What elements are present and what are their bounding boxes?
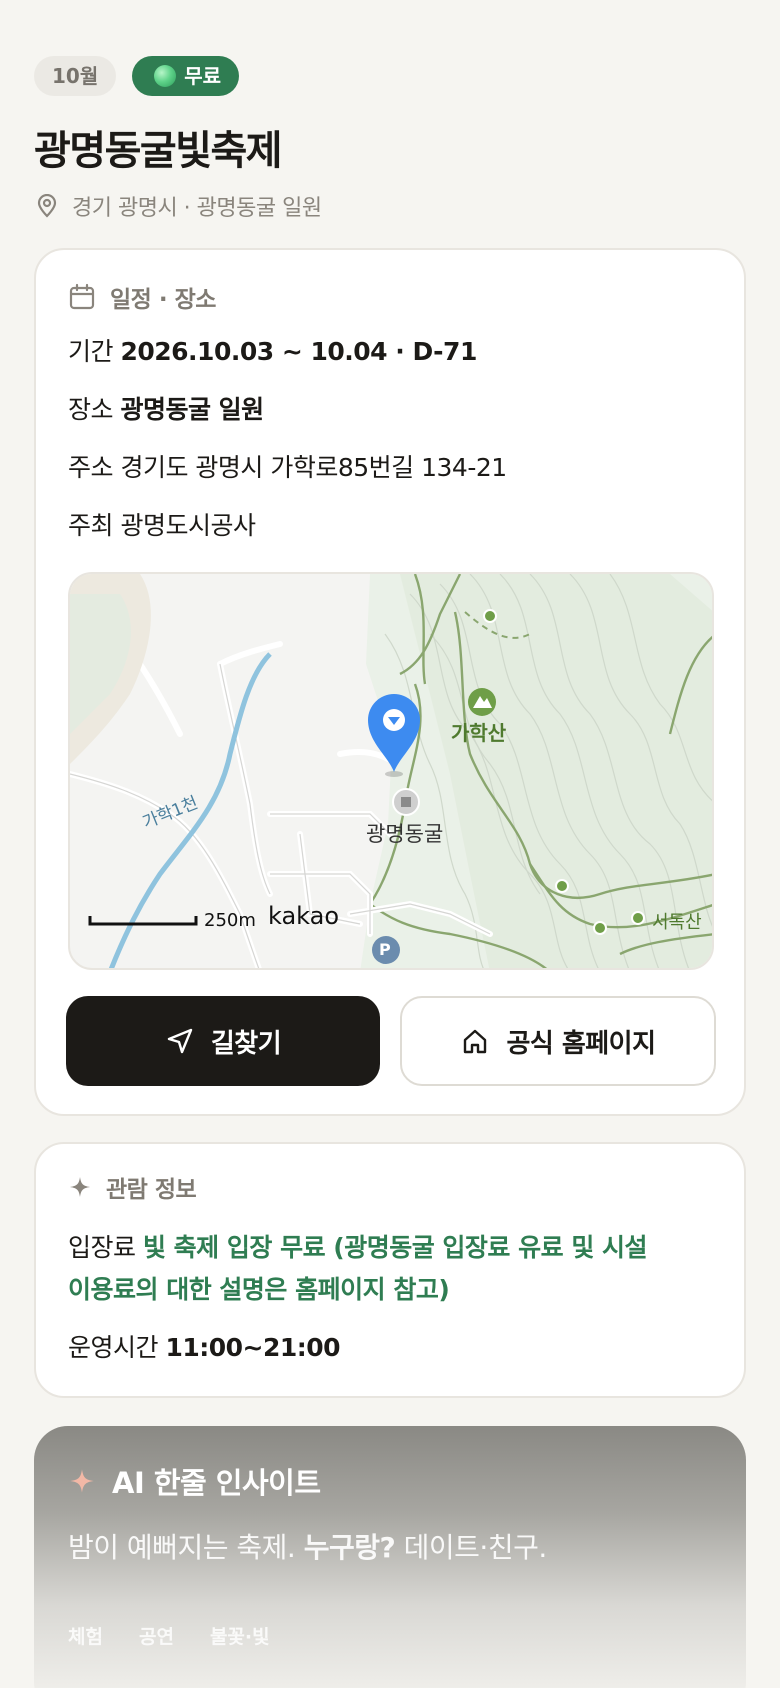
directions-button[interactable]: 길찾기 bbox=[66, 996, 380, 1086]
place-label: 장소 bbox=[68, 395, 114, 424]
fee-row-continued: 이용료의 대한 설명은 홈페이지 참고) bbox=[68, 1270, 450, 1306]
ai-insight-title: AI 한줄 인사이트 bbox=[112, 1466, 321, 1500]
host-value: 광명도시공사 bbox=[120, 511, 256, 540]
period-value: 2026.10.03 ~ 10.04 · D-71 bbox=[120, 337, 477, 366]
schedule-card: 일정 · 장소 기간 2026.10.03 ~ 10.04 · D-71 장소 … bbox=[34, 248, 746, 1116]
hours-row: 운영시간 11:00~21:00 bbox=[68, 1328, 341, 1364]
ai-insight-text-bold: 누구랑? bbox=[303, 1531, 396, 1564]
address-row: 주소 경기도 광명시 가학로85번길 134-21 bbox=[68, 448, 507, 484]
map-brand-logo: kakao bbox=[268, 902, 340, 930]
hours-label: 운영시간 bbox=[68, 1333, 159, 1362]
hours-value: 11:00~21:00 bbox=[165, 1333, 341, 1362]
visit-info-card: 관람 정보 입장료 빛 축제 입장 무료 (광명동굴 입장료 유료 및 시설 이… bbox=[34, 1142, 746, 1398]
visit-section-header: 관람 정보 bbox=[68, 1170, 197, 1204]
schedule-section-title: 일정 · 장소 bbox=[110, 287, 216, 313]
free-chip-label: 무료 bbox=[184, 64, 222, 88]
month-chip: 10월 bbox=[34, 56, 117, 96]
directions-button-label: 길찾기 bbox=[210, 1028, 282, 1059]
location-line: 경기 광명시 · 광명동굴 일원 bbox=[36, 190, 322, 222]
tag-chip[interactable]: 불꽃·빛 bbox=[210, 1622, 270, 1649]
fee-row: 입장료 빛 축제 입장 무료 (광명동굴 입장료 유료 및 시설 bbox=[68, 1228, 648, 1264]
fee-label: 입장료 bbox=[68, 1233, 136, 1262]
map-canvas[interactable] bbox=[70, 574, 714, 970]
official-homepage-button-label: 공식 홈페이지 bbox=[506, 1028, 656, 1059]
fee-value-line1: 빛 축제 입장 무료 (광명동굴 입장료 유료 및 시설 bbox=[142, 1233, 648, 1262]
period-label: 기간 bbox=[68, 337, 114, 366]
parking-label: P bbox=[379, 940, 391, 959]
header-chips: 10월 무료 bbox=[34, 56, 240, 96]
navigation-arrow-icon bbox=[167, 1028, 193, 1054]
address-label: 주소 bbox=[68, 453, 114, 482]
calendar-icon bbox=[69, 283, 95, 310]
festival-detail-page: 10월 무료 광명동굴빛축제 경기 광명시 · 광명동굴 일원 일정 · 장소 … bbox=[0, 0, 780, 1688]
address-value: 경기도 광명시 가학로85번길 134-21 bbox=[120, 453, 507, 482]
map-scale-label: 250m bbox=[204, 910, 256, 931]
place-value: 광명동굴 일원 bbox=[120, 395, 264, 424]
ai-insight-tags: 체험 공연 불꽃·빛 bbox=[68, 1622, 270, 1649]
tag-chip[interactable]: 공연 bbox=[139, 1622, 174, 1649]
official-homepage-button[interactable]: 공식 홈페이지 bbox=[400, 996, 716, 1086]
host-label: 주최 bbox=[68, 511, 114, 540]
location-map[interactable]: 가학1천 가학산 광명동굴 서독산 250m kakao P bbox=[68, 572, 714, 970]
ai-insight-text: 밤이 예뻐지는 축제. 누구랑? 데이트·친구. bbox=[68, 1526, 547, 1566]
map-label-cave: 광명동굴 bbox=[366, 822, 444, 846]
green-dot-icon bbox=[154, 65, 177, 87]
free-chip: 무료 bbox=[132, 56, 240, 96]
visit-section-title: 관람 정보 bbox=[106, 1177, 197, 1203]
page-title: 광명동굴빛축제 bbox=[34, 128, 283, 174]
schedule-section-header: 일정 · 장소 bbox=[68, 280, 216, 314]
location-text: 경기 광명시 · 광명동굴 일원 bbox=[72, 196, 322, 221]
ai-insight-header: AI 한줄 인사이트 bbox=[68, 1460, 321, 1502]
sparkle-icon bbox=[70, 1177, 90, 1197]
ai-sparkle-icon bbox=[70, 1469, 94, 1493]
fee-value-line2: 이용료의 대한 설명은 홈페이지 참고) bbox=[68, 1275, 450, 1304]
place-row: 장소 광명동굴 일원 bbox=[68, 390, 264, 426]
period-row: 기간 2026.10.03 ~ 10.04 · D-71 bbox=[68, 332, 477, 368]
home-icon bbox=[464, 1029, 487, 1054]
ai-insight-card: AI 한줄 인사이트 밤이 예뻐지는 축제. 누구랑? 데이트·친구. 체험 공… bbox=[34, 1426, 746, 1688]
map-label-east: 서독산 bbox=[652, 912, 702, 933]
host-row: 주최 광명도시공사 bbox=[68, 506, 256, 542]
map-label-mountain: 가학산 bbox=[451, 721, 507, 745]
tag-chip[interactable]: 체험 bbox=[68, 1622, 103, 1649]
ai-insight-text-start: 밤이 예뻐지는 축제. bbox=[68, 1531, 296, 1564]
map-pin-icon bbox=[37, 194, 57, 218]
ai-insight-text-end: 데이트·친구. bbox=[403, 1531, 548, 1564]
